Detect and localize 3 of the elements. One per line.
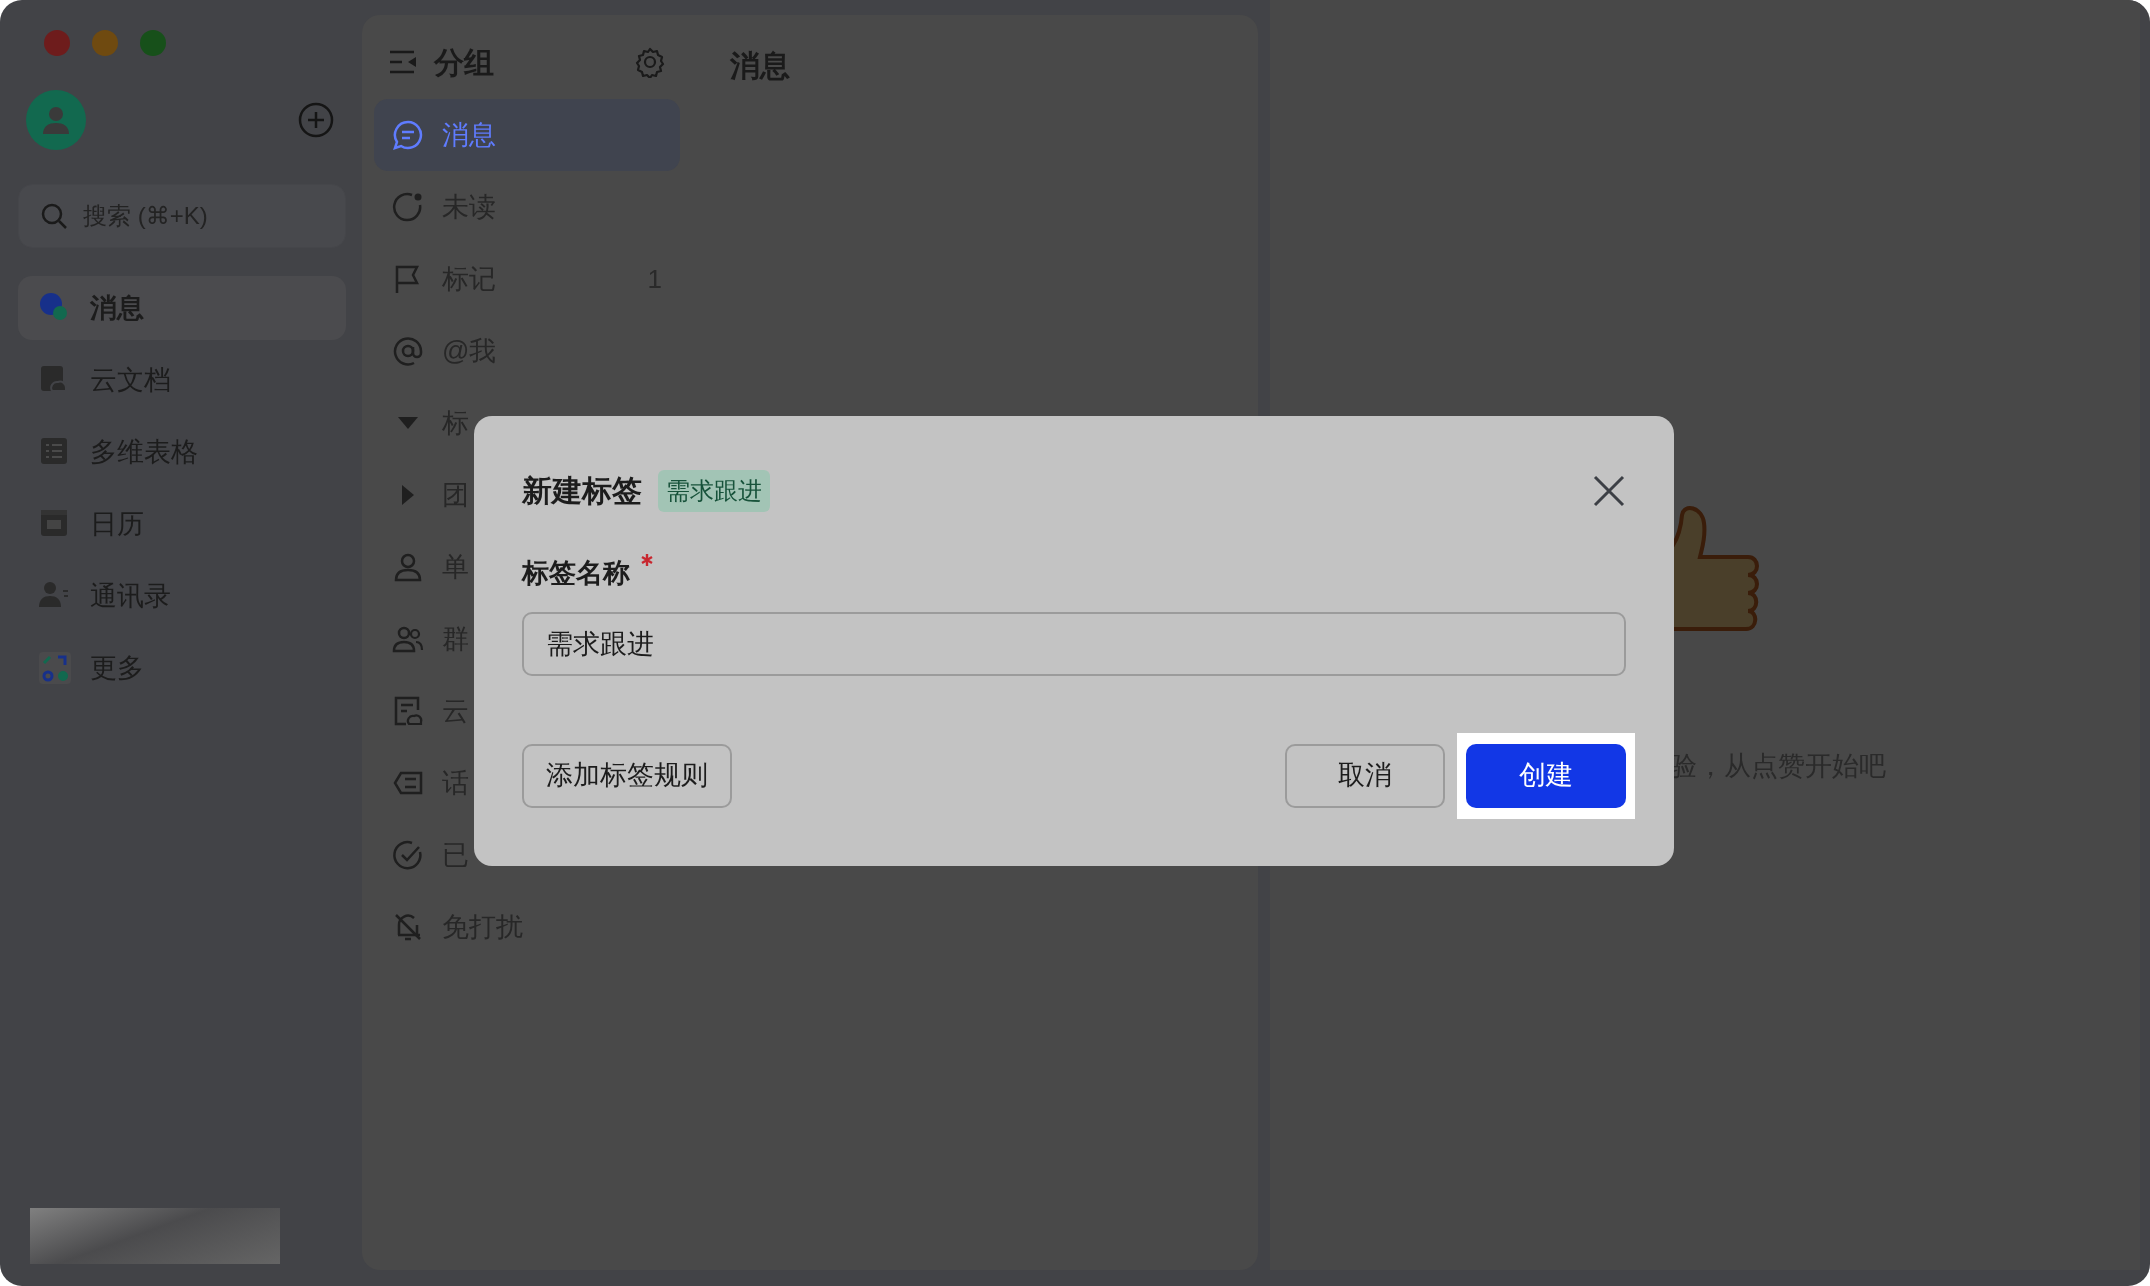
field-label: 标签名称 [522,557,630,590]
tag: 需求跟进 [658,469,770,512]
dialog-title: 新建标签 [522,473,642,509]
